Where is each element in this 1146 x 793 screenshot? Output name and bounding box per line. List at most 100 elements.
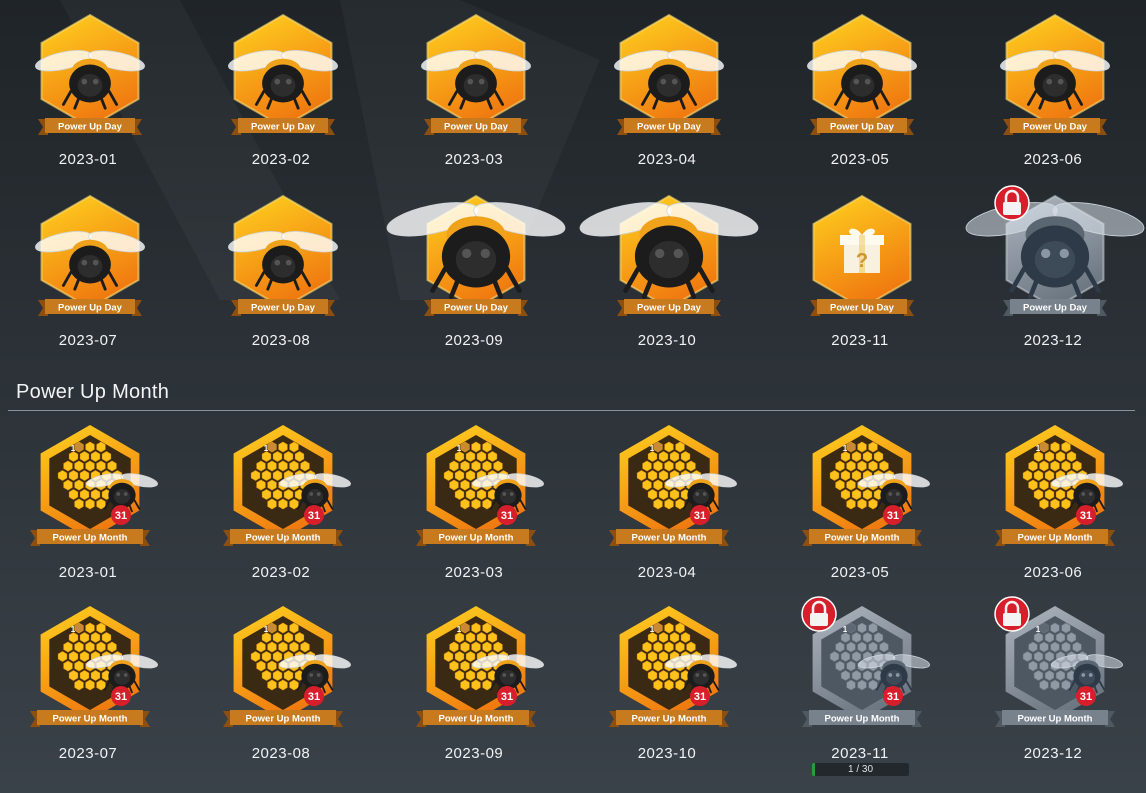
calendar-first-day: 1: [843, 444, 848, 453]
progress-text: 1 / 30: [847, 764, 874, 775]
badge-ribbon-label: Power Up Day: [1023, 122, 1088, 133]
day-count-badge: 31: [883, 686, 903, 706]
badge-ribbon-label: Power Up Day: [251, 303, 316, 314]
day-badge-icon: Power Up Day: [421, 13, 531, 135]
badge-date-label: 2023-03: [444, 564, 504, 581]
day-badge-item[interactable]: Power Up Day 2023-05: [772, 12, 965, 193]
badge-date-label: 2023-12: [1023, 745, 1083, 762]
month-badge-item[interactable]: 1 31 Power Up Month 2023-03: [386, 423, 579, 604]
month-badge-item[interactable]: 1 31 Power Up Month 2023-06: [965, 423, 1146, 604]
calendar-first-day: 1: [71, 444, 76, 453]
badge-date-label: 2023-04: [637, 564, 697, 581]
badge-ribbon-label: Power Up Month: [246, 533, 321, 544]
badge-ribbon: Power Up Month: [416, 529, 536, 546]
day-badge-item[interactable]: Power Up Day 2023-02: [193, 12, 386, 193]
svg-text:31: 31: [1080, 510, 1092, 522]
badge-date-label: 2023-10: [637, 745, 697, 762]
badge-ribbon: Power Up Month: [995, 710, 1115, 727]
day-count-badge: 31: [304, 505, 324, 525]
month-badge-icon: 1 31 Power Up Month: [609, 425, 737, 546]
bee-icon: [386, 202, 566, 300]
day-badge-icon: Power Up Day: [579, 194, 759, 316]
badge-date-label: 2023-11: [831, 745, 889, 762]
svg-text:31: 31: [501, 510, 513, 522]
svg-text:31: 31: [887, 691, 899, 703]
svg-text:?: ?: [856, 250, 868, 272]
month-badge-item[interactable]: 1 31 Power Up Month 2023-07: [0, 604, 193, 785]
badge-ribbon: Power Up Day: [231, 118, 335, 135]
month-badge-icon: 1 31 Power Up Month: [30, 606, 158, 727]
day-count-badge: 31: [111, 686, 131, 706]
month-badge-item[interactable]: 1 31 Power Up Month 2023-10: [579, 604, 772, 785]
svg-text:31: 31: [501, 691, 513, 703]
badge-date-label: 2023-07: [58, 745, 118, 762]
badge-date-label: 2023-02: [251, 564, 311, 581]
badge-ribbon: Power Up Day: [424, 118, 528, 135]
month-badge-icon: 1 31 Power Up Month: [416, 606, 544, 727]
day-badge-item[interactable]: Power Up Day 2023-03: [386, 12, 579, 193]
badge-ribbon: Power Up Month: [609, 529, 729, 546]
badge-ribbon: Power Up Day: [38, 118, 142, 135]
day-badge-item[interactable]: Power Up Day 2023-08: [193, 193, 386, 374]
day-badge-item[interactable]: Power Up Day 2023-06: [965, 12, 1146, 193]
day-badge-item[interactable]: ? Power Up Day 2023-11: [772, 193, 965, 374]
day-badge-item[interactable]: Power Up Day 2023-09: [386, 193, 579, 374]
badge-ribbon-label: Power Up Month: [1018, 714, 1093, 725]
calendar-first-day: 1: [457, 625, 462, 634]
badge-ribbon: Power Up Month: [223, 710, 343, 727]
month-badge-item[interactable]: 1 31 Power Up Month 2023-05: [772, 423, 965, 604]
lock-icon: [994, 596, 1030, 632]
badge-ribbon: Power Up Day: [810, 299, 914, 316]
day-count-badge: 31: [497, 505, 517, 525]
svg-text:31: 31: [1080, 691, 1092, 703]
badge-ribbon: Power Up Day: [424, 299, 528, 316]
badge-date-label: 2023-12: [1023, 332, 1083, 349]
progress-bar: 1 / 30: [812, 763, 909, 776]
month-badge-item[interactable]: 1 31 Power Up Month 2023-12: [965, 596, 1146, 785]
month-badge-item[interactable]: 1 31 Power Up Month 2023-01: [0, 423, 193, 604]
day-badge-grid: Power Up Day 2023-01 Power Up Day 2023-0…: [0, 12, 1146, 374]
badge-ribbon-label: Power Up Month: [1018, 533, 1093, 544]
calendar-first-day: 1: [1036, 444, 1041, 453]
badge-ribbon-label: Power Up Month: [53, 714, 128, 725]
calendar-first-day: 1: [264, 625, 269, 634]
day-count-badge: 31: [497, 686, 517, 706]
badge-ribbon: Power Up Month: [30, 529, 150, 546]
day-badge-item[interactable]: Power Up Day 2023-12: [965, 185, 1146, 374]
svg-text:31: 31: [308, 510, 320, 522]
day-badge-icon: Power Up Day: [35, 13, 145, 135]
month-badge-icon: 1 31 Power Up Month: [995, 425, 1123, 546]
badge-ribbon-label: Power Up Month: [632, 533, 707, 544]
badge-ribbon-label: Power Up Month: [632, 714, 707, 725]
day-badge-item[interactable]: Power Up Day 2023-01: [0, 12, 193, 193]
bee-icon: [579, 202, 759, 300]
day-count-badge: 31: [690, 686, 710, 706]
day-badge-icon: Power Up Day: [386, 194, 566, 316]
month-badge-icon: 1 31 Power Up Month: [416, 425, 544, 546]
month-badge-item[interactable]: 1 31 Power Up Month 2023-11: [772, 596, 965, 785]
month-badge-icon: 1 31 Power Up Month: [994, 596, 1123, 727]
badge-ribbon: Power Up Day: [617, 299, 721, 316]
month-badge-grid: 1 31 Power Up Month 2023-01 1 31 Power U…: [0, 423, 1146, 785]
badge-ribbon-label: Power Up Month: [825, 714, 900, 725]
badge-ribbon: Power Up Month: [995, 529, 1115, 546]
badge-date-label: 2023-08: [251, 745, 311, 762]
month-badge-item[interactable]: 1 31 Power Up Month 2023-09: [386, 604, 579, 785]
badge-ribbon: Power Up Day: [617, 118, 721, 135]
badge-ribbon: Power Up Day: [231, 299, 335, 316]
badge-ribbon: Power Up Month: [802, 529, 922, 546]
badge-date-label: 2023-06: [1023, 151, 1083, 168]
calendar-first-day: 1: [264, 444, 269, 453]
badge-ribbon-label: Power Up Day: [58, 303, 123, 314]
badge-date-label: 2023-10: [637, 332, 697, 349]
month-badge-item[interactable]: 1 31 Power Up Month 2023-08: [193, 604, 386, 785]
month-badge-icon: 1 31 Power Up Month: [801, 596, 930, 727]
badge-date-label: 2023-05: [830, 151, 890, 168]
badge-ribbon-label: Power Up Day: [251, 122, 316, 133]
month-badge-item[interactable]: 1 31 Power Up Month 2023-02: [193, 423, 386, 604]
day-badge-item[interactable]: Power Up Day 2023-04: [579, 12, 772, 193]
month-badge-item[interactable]: 1 31 Power Up Month 2023-04: [579, 423, 772, 604]
day-badge-item[interactable]: Power Up Day 2023-10: [579, 193, 772, 374]
badge-ribbon-label: Power Up Day: [637, 303, 702, 314]
day-badge-item[interactable]: Power Up Day 2023-07: [0, 193, 193, 374]
